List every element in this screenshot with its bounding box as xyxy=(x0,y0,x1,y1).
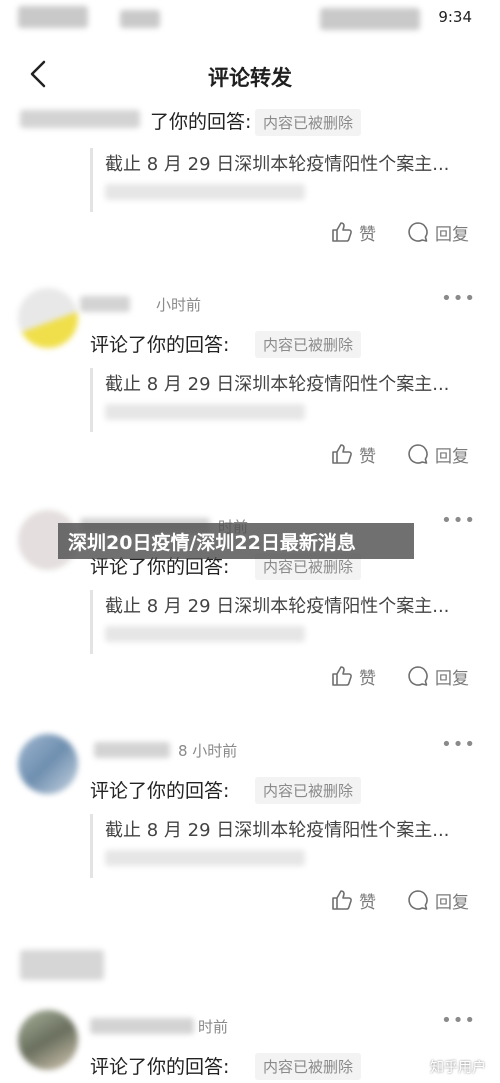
thumb-up-icon xyxy=(332,890,352,910)
action-text: 评论了你的回答: xyxy=(90,334,230,356)
nav-bar: 评论转发 xyxy=(0,48,500,100)
comment-bubble-icon xyxy=(408,666,428,686)
action-text: 评论了你的回答: xyxy=(90,1056,230,1078)
list-item: 8 小时前 ••• 评论了你的回答: 内容已被删除 截止 8 月 29 日深圳本… xyxy=(0,734,500,924)
reply-label: 回复 xyxy=(435,668,469,689)
deleted-badge: 内容已被删除 xyxy=(255,331,362,358)
more-dots-icon[interactable]: ••• xyxy=(441,510,476,531)
avatar[interactable] xyxy=(18,288,78,348)
reply-button[interactable]: 回复 xyxy=(406,662,469,690)
action-text: 了你的回答: xyxy=(150,111,252,133)
quote-meta xyxy=(105,850,305,866)
deleted-badge: 内容已被删除 xyxy=(255,1053,362,1080)
avatar[interactable] xyxy=(18,1010,78,1070)
quote-text: 截止 8 月 29 日深圳本轮疫情阳性个案主... xyxy=(105,596,450,617)
quoted-answer[interactable]: 截止 8 月 29 日深圳本轮疫情阳性个案主... xyxy=(90,814,473,878)
list-item: 了你的回答: 内容已被删除 截止 8 月 29 日深圳本轮疫情阳性个案主... … xyxy=(0,104,500,254)
like-label: 赞 xyxy=(359,224,376,245)
more-dots-icon[interactable]: ••• xyxy=(441,1010,476,1031)
action-text: 评论了你的回答: xyxy=(90,780,230,802)
quote-text: 截止 8 月 29 日深圳本轮疫情阳性个案主... xyxy=(105,154,450,175)
list-item: 小时前 ••• 评论了你的回答: 内容已被删除 截止 8 月 29 日深圳本轮疫… xyxy=(0,288,500,478)
user-name xyxy=(20,110,140,128)
status-left-blur-2 xyxy=(120,10,160,28)
quoted-answer[interactable]: 截止 8 月 29 日深圳本轮疫情阳性个案主... xyxy=(90,148,473,212)
title-banner: 深圳20日疫情/深圳22日最新消息 xyxy=(58,523,414,559)
reply-button[interactable]: 回复 xyxy=(406,218,469,246)
thumb-up-icon xyxy=(332,222,352,242)
status-left-blur xyxy=(18,6,88,28)
quote-meta xyxy=(105,626,305,642)
watermark: 知乎用户 xyxy=(430,1060,486,1076)
status-time: 9:34 xyxy=(438,8,472,26)
user-name[interactable] xyxy=(80,296,130,312)
like-button[interactable]: 赞 xyxy=(330,218,376,246)
comment-bubble-icon xyxy=(408,890,428,910)
reply-button[interactable]: 回复 xyxy=(406,440,469,468)
quoted-answer[interactable]: 截止 8 月 29 日深圳本轮疫情阳性个案主... xyxy=(90,590,473,654)
page-title: 评论转发 xyxy=(208,66,292,90)
quote-meta xyxy=(105,184,305,200)
time-ago: 8 小时前 xyxy=(178,742,238,760)
deleted-badge: 内容已被删除 xyxy=(255,777,362,804)
quote-text: 截止 8 月 29 日深圳本轮疫情阳性个案主... xyxy=(105,374,450,395)
thumb-up-icon xyxy=(332,444,352,464)
reply-button[interactable]: 回复 xyxy=(406,886,469,914)
like-label: 赞 xyxy=(359,446,376,467)
time-ago: 时前 xyxy=(198,1018,229,1036)
status-icons-blur xyxy=(320,8,420,30)
list-item: 时前 ••• 评论了你的回答: 内容已被删除 xyxy=(0,1010,500,1083)
quoted-answer[interactable]: 截止 8 月 29 日深圳本轮疫情阳性个案主... xyxy=(90,368,473,432)
more-dots-icon[interactable]: ••• xyxy=(441,734,476,755)
reply-label: 回复 xyxy=(435,892,469,913)
reply-label: 回复 xyxy=(435,446,469,467)
comment-bubble-icon xyxy=(408,222,428,242)
user-name[interactable] xyxy=(94,742,170,758)
status-bar: 9:34 xyxy=(0,0,500,40)
comment-bubble-icon xyxy=(408,444,428,464)
reply-label: 回复 xyxy=(435,224,469,245)
quote-text: 截止 8 月 29 日深圳本轮疫情阳性个案主... xyxy=(105,820,450,841)
blurred-block xyxy=(20,950,104,980)
thumb-up-icon xyxy=(332,666,352,686)
like-button[interactable]: 赞 xyxy=(330,440,376,468)
quote-meta xyxy=(105,404,305,420)
user-name[interactable] xyxy=(90,1018,194,1034)
like-label: 赞 xyxy=(359,668,376,689)
like-label: 赞 xyxy=(359,892,376,913)
time-ago: 小时前 xyxy=(156,296,202,314)
like-button[interactable]: 赞 xyxy=(330,662,376,690)
like-button[interactable]: 赞 xyxy=(330,886,376,914)
more-dots-icon[interactable]: ••• xyxy=(441,288,476,309)
avatar[interactable] xyxy=(18,734,78,794)
deleted-badge: 内容已被删除 xyxy=(255,109,362,136)
